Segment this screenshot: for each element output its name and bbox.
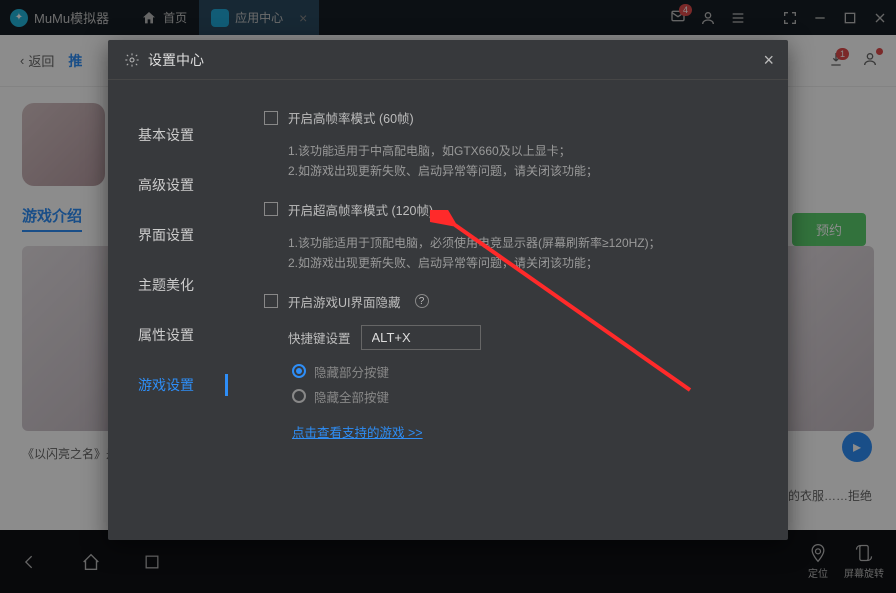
supported-games-link[interactable]: 点击查看支持的游戏 >> xyxy=(292,422,423,441)
uhfr-note1: 1.该功能适用于顶配电脑，必须使用电竞显示器(屏幕刷新率≥120HZ)； xyxy=(288,233,764,253)
nav-game[interactable]: 游戏设置 xyxy=(108,360,228,410)
hfr-label: 开启高帧率模式 (60帧) xyxy=(288,108,414,127)
radio-all-label: 隐藏全部按键 xyxy=(314,387,389,406)
nav-ui[interactable]: 界面设置 xyxy=(108,210,228,260)
hideui-checkbox[interactable] xyxy=(264,294,278,308)
hideui-label: 开启游戏UI界面隐藏 xyxy=(288,292,401,311)
radio-all[interactable] xyxy=(292,389,306,403)
close-modal-button[interactable]: × xyxy=(763,50,774,71)
settings-sidenav: 基本设置 高级设置 界面设置 主题美化 属性设置 游戏设置 xyxy=(108,80,228,540)
hfr-checkbox[interactable] xyxy=(264,111,278,125)
settings-modal: 设置中心 × 基本设置 高级设置 界面设置 主题美化 属性设置 游戏设置 开启高… xyxy=(108,40,788,540)
shortcut-input[interactable] xyxy=(361,325,481,350)
uhfr-note2: 2.如游戏出现更新失败、启动异常等问题，请关闭该功能； xyxy=(288,253,764,273)
nav-theme[interactable]: 主题美化 xyxy=(108,260,228,310)
nav-advanced[interactable]: 高级设置 xyxy=(108,160,228,210)
uhfr-label: 开启超高帧率模式 (120帧) xyxy=(288,200,433,219)
help-icon[interactable]: ? xyxy=(415,294,429,308)
hfr-note1: 1.该功能适用于中高配电脑，如GTX660及以上显卡； xyxy=(288,141,764,161)
uhfr-checkbox[interactable] xyxy=(264,202,278,216)
gear-icon xyxy=(124,52,140,68)
nav-basic[interactable]: 基本设置 xyxy=(108,110,228,160)
nav-attr[interactable]: 属性设置 xyxy=(108,310,228,360)
radio-partial[interactable] xyxy=(292,364,306,378)
radio-partial-label: 隐藏部分按键 xyxy=(314,362,389,381)
shortcut-label: 快捷键设置 xyxy=(288,328,351,347)
modal-title: 设置中心 xyxy=(148,50,204,70)
hfr-note2: 2.如游戏出现更新失败、启动异常等问题，请关闭该功能； xyxy=(288,161,764,181)
